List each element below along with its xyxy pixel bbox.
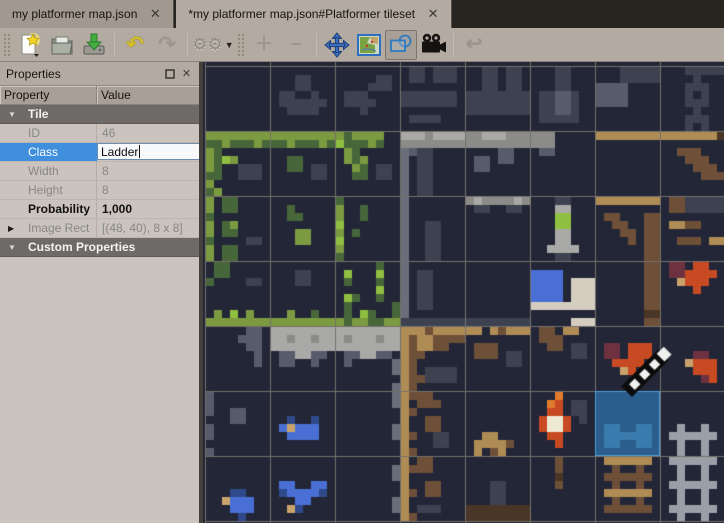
tab-tileset-document[interactable]: *my platformer map.json#Platformer tiles… [176,0,452,28]
save-button[interactable] [78,30,110,60]
minus-icon: − [291,35,302,55]
tab-label: my platformer map.json [12,7,137,21]
tab-close-icon[interactable]: ✕ [425,6,441,22]
execute-button[interactable]: ⚙⚙▼ [192,30,234,60]
column-header-value: Value [97,86,201,104]
expand-triangle-icon[interactable]: ▶ [8,224,14,233]
class-edit-field[interactable]: Ladder [97,143,200,160]
tileset-view[interactable] [203,62,724,523]
property-row-id[interactable]: ID46 [0,124,201,143]
document-tabbar: my platformer map.json ✕ *my platformer … [0,0,724,28]
property-row-width[interactable]: Width8 [0,162,201,181]
tab-label: *my platformer map.json#Platformer tiles… [188,7,415,21]
tab-map-document[interactable]: my platformer map.json ✕ [0,0,174,28]
property-row-image-rect[interactable]: ▶Image Rect[(48, 40), 8 x 8] [0,219,201,238]
move-arrows-button[interactable] [321,30,353,60]
property-name: Class [0,143,97,162]
property-value: 46 [97,124,201,143]
property-name: Width [0,162,97,181]
toolbar-separator [316,33,317,57]
collapse-triangle-icon[interactable]: ▼ [8,110,16,119]
new-map-icon [17,32,43,58]
save-icon [81,32,107,58]
toolbar-grip[interactable] [237,33,245,57]
redo-button[interactable]: ↷ [151,30,183,60]
toolbar-grip[interactable] [3,33,11,57]
properties-rows: ▼TileID46ClassLadderWidth8Height8Probabi… [0,105,201,257]
shapes-button[interactable] [385,30,417,60]
camera-icon [419,32,447,58]
move-arrows-icon [324,32,350,58]
plus-icon: ＋ [255,35,273,55]
tiled-window: my platformer map.json ✕ *my platformer … [0,0,724,523]
return-arrow-button[interactable]: ↩ [458,30,490,60]
open-button[interactable] [46,30,78,60]
collapse-triangle-icon[interactable]: ▼ [8,243,16,252]
toolbar-separator [114,33,115,57]
tab-close-icon[interactable]: ✕ [147,6,163,22]
property-group-custom-properties[interactable]: ▼Custom Properties [0,238,201,257]
property-group-tile[interactable]: ▼Tile [0,105,201,124]
property-row-probability[interactable]: Probability1,000 [0,200,201,219]
main-toolbar: ↶ ↷ ⚙⚙▼ ＋− ↩ [0,28,724,62]
column-header-property: Property [0,86,97,104]
return-arrow-icon: ↩ [466,34,483,55]
properties-titlebar: Properties ✕ [0,62,201,86]
undo-button[interactable]: ↶ [119,30,151,60]
close-panel-icon[interactable]: ✕ [178,66,195,82]
property-value: 8 [97,181,201,200]
property-row-class[interactable]: Class Ladder [0,143,201,162]
execute-icon: ⚙⚙ [192,35,222,55]
toolbar-separator [187,33,188,57]
property-row-height[interactable]: Height8 [0,181,201,200]
property-value: [(48, 40), 8 x 8] [97,219,201,238]
tileset-image-button[interactable] [353,30,385,60]
camera-button[interactable] [417,30,449,60]
property-name: Probability [0,200,97,219]
properties-title: Properties [6,67,161,81]
tileset-image-icon [356,32,382,58]
toolbar-separator [453,33,454,57]
undo-icon: ↶ [126,34,144,56]
property-name: ID [0,124,97,143]
shapes-icon [388,32,414,58]
group-label: Custom Properties [0,238,201,257]
float-panel-icon[interactable] [161,66,178,82]
properties-panel: Properties ✕ Property Value ▼TileID46Cla… [0,62,202,523]
property-name: Image Rect [0,219,97,238]
plus-button[interactable]: ＋ [248,30,280,60]
property-value: 8 [97,162,201,181]
dropdown-caret-icon[interactable]: ▼ [225,40,234,50]
property-value: 1,000 [97,200,201,219]
open-icon [49,32,75,58]
class-edit-value: Ladder [101,145,138,159]
minus-button[interactable]: − [280,30,312,60]
properties-column-header: Property Value [0,86,201,105]
new-map-button[interactable] [14,30,46,60]
text-caret [139,145,140,158]
group-label: Tile [0,105,201,124]
redo-icon: ↷ [158,34,176,56]
property-name: Height [0,181,97,200]
